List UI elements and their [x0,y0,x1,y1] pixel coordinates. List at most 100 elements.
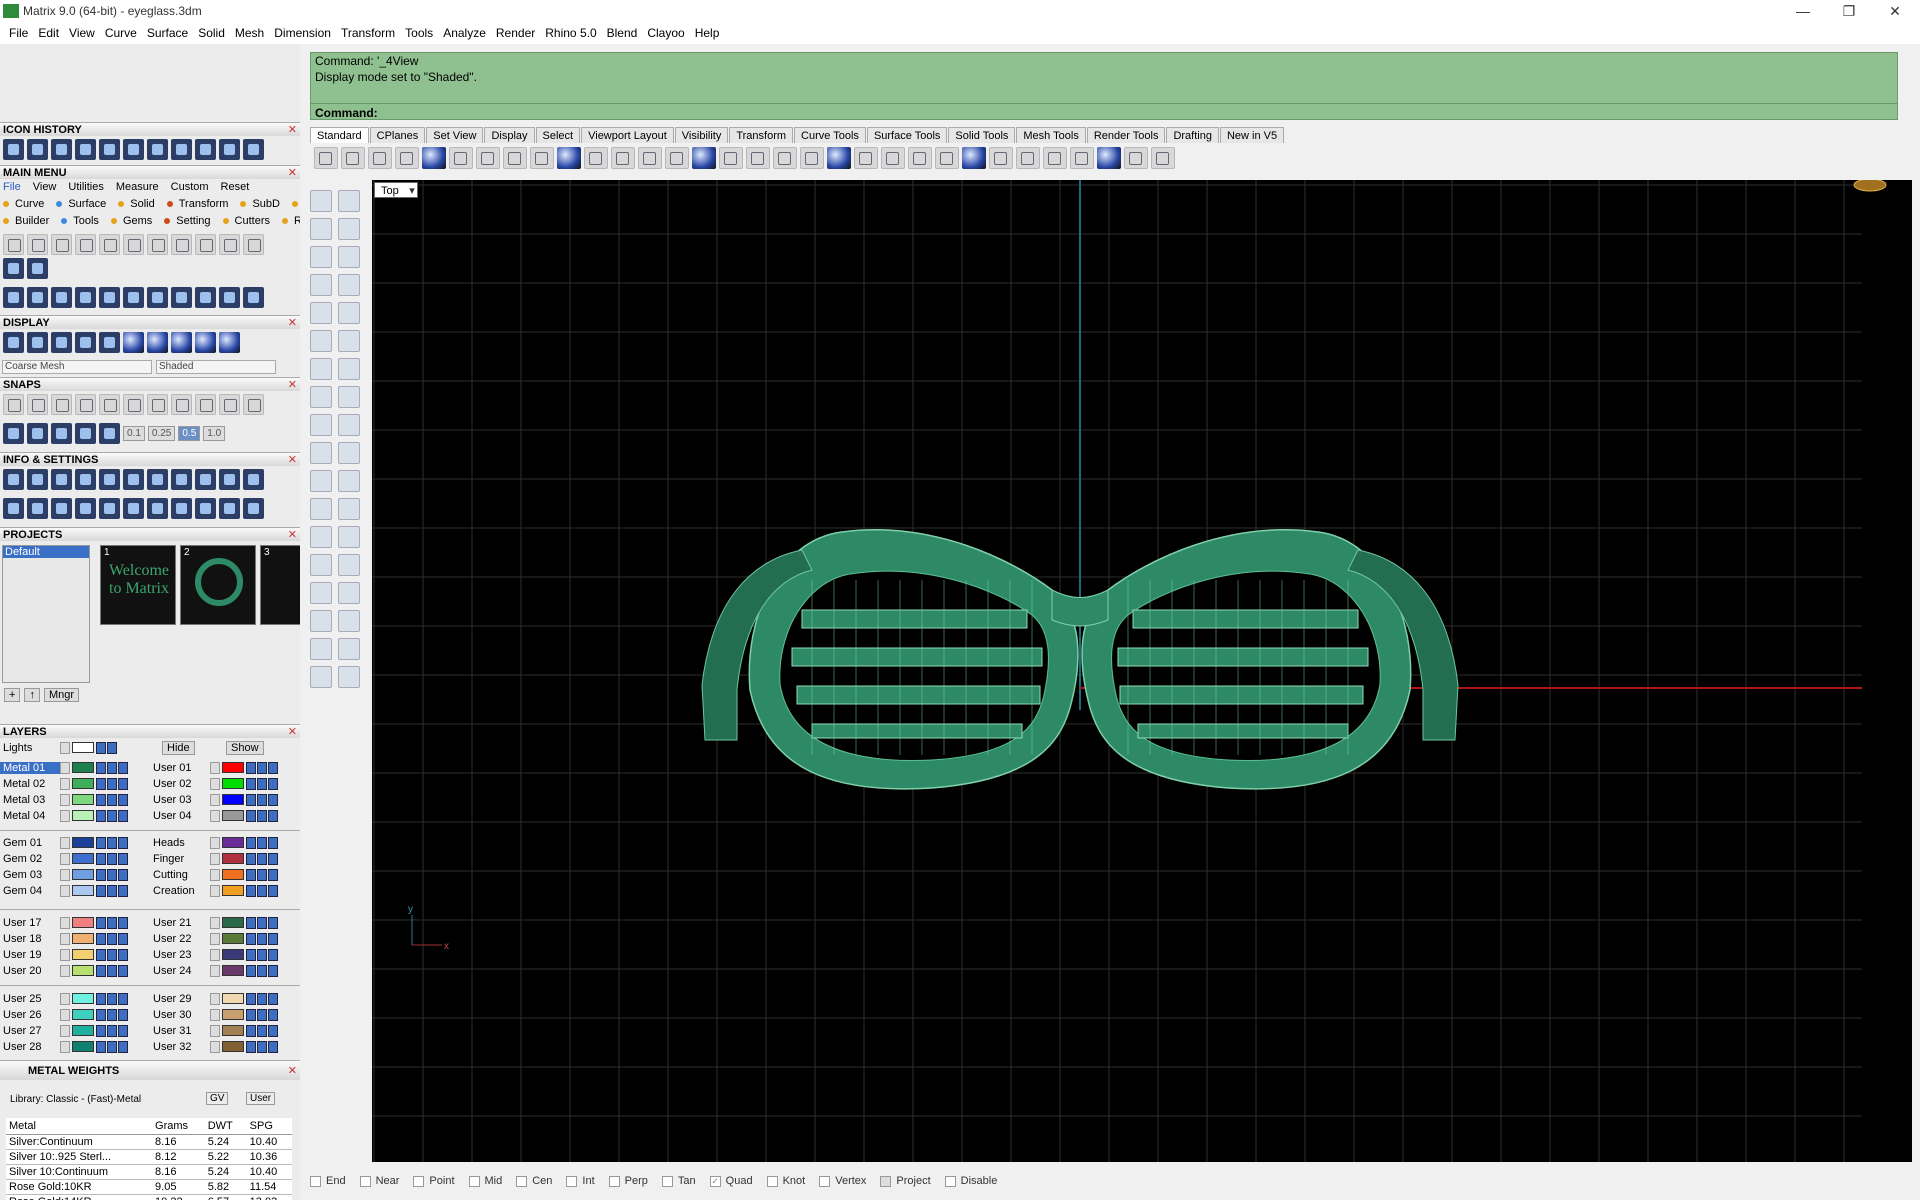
toolbar-icon[interactable] [800,147,824,169]
visibility-icon[interactable] [107,1024,117,1037]
layer-color-swatch[interactable] [72,1025,94,1036]
visibility-icon[interactable] [257,1008,267,1021]
tool-icon[interactable] [338,582,360,604]
tool-icon[interactable] [27,139,48,160]
visibility-icon[interactable] [257,964,267,977]
osnap-perp[interactable]: Perp [608,1175,648,1187]
checkbox[interactable] [468,1175,480,1187]
layer-color-swatch[interactable] [222,917,244,928]
layer-row[interactable]: Gem 01 [0,835,129,850]
tab-curve-tools[interactable]: Curve Tools [794,127,866,143]
tool-icon[interactable] [338,442,360,464]
layer-row[interactable]: User 28 [0,1039,129,1054]
osnap-vertex[interactable]: Vertex [819,1175,866,1187]
layer-name[interactable]: User 22 [150,933,210,945]
layer-row[interactable]: User 03 [150,792,279,807]
tool-icon[interactable] [3,287,24,308]
select-icon[interactable] [268,992,278,1005]
tool-icon[interactable] [147,332,168,353]
project-thumbnail[interactable]: 1 Welcome to Matrix [100,545,176,625]
visibility-icon[interactable] [107,852,117,865]
toolbar-icon[interactable] [881,147,905,169]
osnap-point[interactable]: Point [413,1175,455,1187]
layer-row[interactable]: User 25 [0,991,129,1006]
layer-name[interactable]: Gem 02 [0,853,60,865]
osnap-knot[interactable]: Knot [766,1175,805,1187]
top-viewport[interactable]: yx [372,180,1912,1162]
layer-name[interactable]: Metal 01 [0,761,60,774]
layer-name[interactable]: User 18 [0,933,60,945]
lock-icon[interactable] [246,793,256,806]
select-icon[interactable] [268,852,278,865]
tool-icon[interactable] [3,332,24,353]
toolbar-icon[interactable] [449,147,473,169]
layer-name[interactable]: User 23 [150,949,210,961]
main-menu-item[interactable]: Render [282,215,300,227]
tool-icon[interactable] [3,423,24,444]
layer-color-swatch[interactable] [222,949,244,960]
layer-name[interactable]: User 29 [150,993,210,1005]
close-icon[interactable]: ✕ [288,316,297,330]
table-row[interactable]: Silver:Continuum 8.16 5.24 10.40 [6,1134,292,1150]
tool-icon[interactable] [147,498,168,519]
layer-color-swatch[interactable] [72,1009,94,1020]
tool-icon[interactable] [171,287,192,308]
minimize-button[interactable]: — [1780,0,1826,22]
tool-icon[interactable] [243,234,264,255]
expand-icon[interactable] [210,809,220,822]
osnap-project[interactable]: Project [880,1175,931,1187]
layer-color-swatch[interactable] [72,794,94,805]
lock-icon[interactable] [246,948,256,961]
layer-row[interactable]: User 24 [150,963,279,978]
layer-row[interactable]: User 21 [150,915,279,930]
layer-row[interactable]: User 04 [150,808,279,823]
tool-icon[interactable] [3,234,24,255]
toolbar-icon[interactable] [395,147,419,169]
expand-icon[interactable] [60,948,70,961]
layer-color-swatch[interactable] [222,762,244,773]
tab-cplanes[interactable]: CPlanes [369,127,426,143]
tool-icon[interactable] [27,423,48,444]
menu-curve[interactable]: Curve [100,26,142,40]
layer-color-swatch[interactable] [72,869,94,880]
toolbar-icon[interactable] [1151,147,1175,169]
toolbar-icon[interactable] [422,147,446,169]
tool-icon[interactable] [51,498,72,519]
lock-icon[interactable] [96,884,106,897]
lock-icon[interactable] [246,992,256,1005]
layer-name[interactable]: User 26 [0,1009,60,1021]
tool-icon[interactable] [338,386,360,408]
tool-icon[interactable] [75,332,96,353]
toolbar-icon[interactable] [557,147,581,169]
select-icon[interactable] [268,868,278,881]
expand-icon[interactable] [210,1008,220,1021]
tool-icon[interactable] [99,234,120,255]
menu-dimension[interactable]: Dimension [269,26,336,40]
manager-button[interactable]: Mngr [43,688,79,702]
select-icon[interactable] [118,948,128,961]
visibility-icon[interactable] [257,916,267,929]
tool-icon[interactable] [3,258,24,279]
main-menu-item[interactable]: Surface [56,198,112,210]
tool-icon[interactable] [243,287,264,308]
layer-row[interactable]: User 27 [0,1023,129,1038]
checkbox[interactable] [880,1175,892,1187]
tool-icon[interactable] [310,246,332,268]
add-project-button[interactable]: + [4,688,21,702]
tool-icon[interactable] [123,332,144,353]
lock-icon[interactable] [246,1040,256,1053]
expand-icon[interactable] [60,868,70,881]
layer-color-swatch[interactable] [72,933,94,944]
gv-button[interactable]: GV [206,1092,229,1105]
layer-name[interactable]: User 27 [0,1025,60,1037]
tool-icon[interactable] [338,554,360,576]
column-header[interactable]: SPG [246,1118,292,1135]
menu-surface[interactable]: Surface [142,26,193,40]
layer-row[interactable]: User 19 [0,947,129,962]
layer-name[interactable]: Gem 04 [0,885,60,897]
layer-name[interactable]: User 20 [0,965,60,977]
tool-icon[interactable] [310,470,332,492]
lock-icon[interactable] [246,932,256,945]
tool-icon[interactable] [99,498,120,519]
expand-icon[interactable] [210,761,220,774]
